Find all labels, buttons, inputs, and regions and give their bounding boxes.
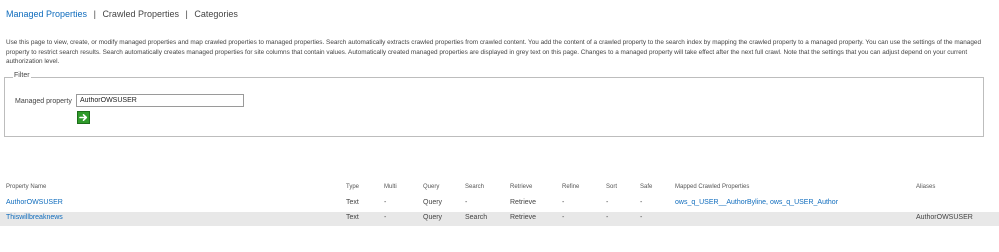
cell-refine: - [562, 214, 565, 221]
cell-sort: - [606, 199, 609, 206]
property-name-link[interactable]: Thiswillbreaknews [6, 214, 63, 221]
cell-query: Query [423, 199, 443, 206]
header-retrieve: Retrieve [510, 184, 533, 190]
page-description: Use this page to view, create, or modify… [6, 39, 982, 65]
tab-managed-properties[interactable]: Managed Properties [6, 9, 87, 19]
cell-search: - [465, 199, 468, 206]
cell-safe: - [640, 199, 643, 206]
header-property-name: Property Name [6, 184, 47, 190]
table-row: Thiswillbreaknews Text - Query Search Re… [0, 212, 999, 226]
header-search: Search [465, 184, 485, 190]
page-tabs: Managed Properties | Crawled Properties … [6, 9, 238, 19]
cell-multi: - [384, 199, 387, 206]
managed-property-input[interactable] [76, 94, 244, 107]
arrow-right-icon [79, 114, 88, 121]
tab-crawled-properties[interactable]: Crawled Properties [102, 9, 179, 19]
cell-search: Search [465, 214, 488, 221]
header-sort: Sort [606, 184, 618, 190]
header-type: Type [346, 184, 360, 190]
cell-multi: - [384, 214, 387, 221]
header-query: Query [423, 184, 440, 190]
filter-legend: Filter [13, 72, 31, 79]
managed-property-label: Managed property [15, 98, 72, 105]
cell-type: Text [346, 214, 359, 221]
header-aliases: Aliases [916, 184, 936, 190]
cell-refine: - [562, 199, 565, 206]
tab-separator: | [93, 9, 96, 19]
filter-go-button[interactable] [77, 111, 90, 124]
cell-retrieve: Retrieve [510, 214, 537, 221]
cell-type: Text [346, 199, 359, 206]
cell-safe: - [640, 214, 643, 221]
cell-retrieve: Retrieve [510, 199, 537, 206]
cell-sort: - [606, 214, 609, 221]
table-header-row: Property Name Type Multi Query Search Re… [0, 182, 999, 194]
table-row: AuthorOWSUSER Text - Query - Retrieve - … [0, 197, 999, 209]
header-safe: Safe [640, 184, 653, 190]
header-refine: Refine [562, 184, 580, 190]
cell-aliases: AuthorOWSUSER [916, 214, 973, 221]
mapped-crawled-properties-link[interactable]: ows_q_USER__AuthorByline, ows_q_USER_Aut… [675, 199, 838, 206]
header-multi: Multi [384, 184, 397, 190]
header-mapped-crawled-properties: Mapped Crawled Properties [675, 184, 750, 190]
cell-query: Query [423, 214, 443, 221]
property-name-link[interactable]: AuthorOWSUSER [6, 199, 63, 206]
tab-separator: | [185, 9, 188, 19]
tab-categories[interactable]: Categories [194, 9, 238, 19]
filter-panel: Filter Managed property [4, 72, 984, 137]
